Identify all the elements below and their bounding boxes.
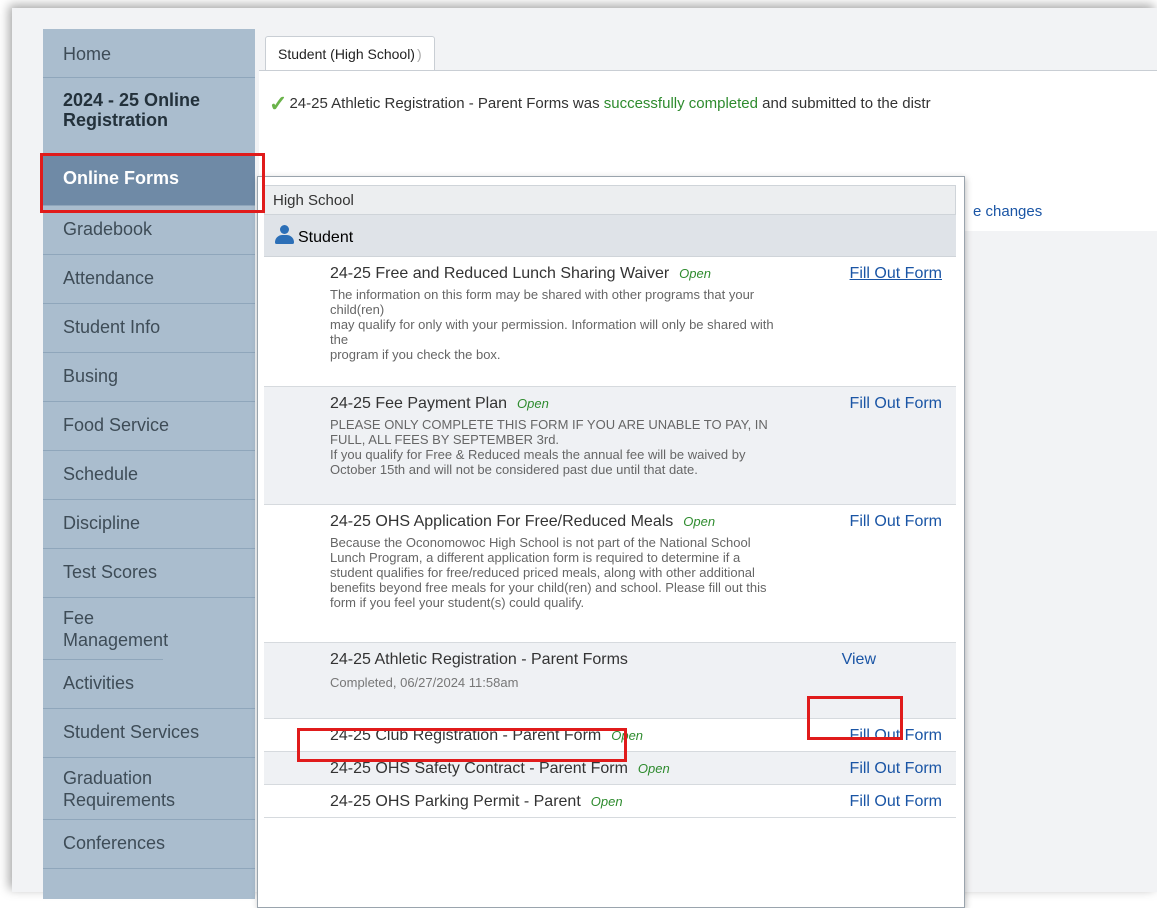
form-description: The information on this form may be shar… xyxy=(330,287,774,362)
sidebar-item-label: Home xyxy=(63,44,112,64)
form-row-free-reduced-meals: 24-25 OHS Application For Free/Reduced M… xyxy=(264,505,956,643)
sidebar-item-label: Schedule xyxy=(63,464,139,484)
fill-out-form-link[interactable]: Fill Out Form xyxy=(850,395,942,413)
sidebar-item-activities[interactable]: Activities xyxy=(43,660,255,709)
sidebar-item-gradebook[interactable]: Gradebook xyxy=(43,206,255,255)
form-status: Open xyxy=(637,761,670,776)
sidebar-item-label: Test Scores xyxy=(63,562,158,582)
sidebar-item-label: Gradebook xyxy=(63,219,153,239)
sidebar-item-fee-management[interactable]: Fee Management xyxy=(43,598,168,660)
banner-form-name: 24-25 Athletic Registration - Parent For… xyxy=(289,95,569,112)
tab-label: Student (High School) xyxy=(278,46,415,62)
banner-success-text: successfully completed xyxy=(603,95,758,112)
view-link[interactable]: View xyxy=(842,651,876,669)
form-row-fee-payment-plan: 24-25 Fee Payment Plan Open Fill Out Form… xyxy=(264,387,956,505)
sidebar-item-test-scores[interactable]: Test Scores xyxy=(43,549,255,598)
sidebar-item-conferences[interactable]: Conferences xyxy=(43,820,255,869)
fill-out-form-link[interactable]: Fill Out Form xyxy=(850,793,942,811)
tab-separator: ) xyxy=(416,46,422,62)
form-title: 24-25 Fee Payment Plan xyxy=(330,395,507,412)
sidebar-item-label: Activities xyxy=(63,673,135,693)
tab-student-high-school[interactable]: Student (High School)) xyxy=(265,36,435,70)
student-label: Student xyxy=(298,229,354,246)
sidebar-item-busing[interactable]: Busing xyxy=(43,353,255,402)
forms-popup-panel: High School Student 24-25 Free and Reduc… xyxy=(257,176,965,908)
form-title: 24-25 Free and Reduced Lunch Sharing Wai… xyxy=(330,265,670,282)
form-title: 24-25 OHS Parking Permit - Parent xyxy=(330,793,581,810)
sidebar-item-attendance[interactable]: Attendance xyxy=(43,255,255,304)
sidebar-item-graduation-requirements[interactable]: Graduation Requirements xyxy=(43,758,255,820)
sidebar-item-label: Attendance xyxy=(63,268,155,288)
student-row: Student xyxy=(264,215,956,257)
completed-timestamp: Completed, 06/27/2024 11:58am xyxy=(330,675,519,690)
sidebar-item-label: Food Service xyxy=(63,415,170,435)
highlight-online-forms xyxy=(40,153,265,213)
sidebar-item-label: 2024 - 25 Online Registration xyxy=(63,90,201,130)
highlight-completed xyxy=(297,728,627,762)
fill-out-form-link[interactable]: Fill Out Form xyxy=(850,760,942,778)
banner-rest-text: and submitted to the distr xyxy=(757,95,931,112)
form-status: Open xyxy=(590,794,623,809)
fill-out-form-link[interactable]: Fill Out Form xyxy=(850,513,942,531)
form-title: 24-25 OHS Application For Free/Reduced M… xyxy=(330,513,674,530)
checkmark-icon: ✓ xyxy=(269,91,288,116)
sidebar-item-online-registration[interactable]: 2024 - 25 Online Registration xyxy=(43,78,255,154)
form-row-lunch-sharing-waiver: 24-25 Free and Reduced Lunch Sharing Wai… xyxy=(264,257,956,387)
sidebar-item-label: Conferences xyxy=(63,833,166,853)
form-status: Open xyxy=(683,514,716,529)
success-banner: ✓ 24-25 Athletic Registration - Parent Fo… xyxy=(269,91,931,117)
form-description: PLEASE ONLY COMPLETE THIS FORM IF YOU AR… xyxy=(330,417,768,477)
sidebar-item-student-info[interactable]: Student Info xyxy=(43,304,255,353)
sidebar-item-schedule[interactable]: Schedule xyxy=(43,451,255,500)
form-row-parking-permit: 24-25 OHS Parking Permit - Parent Open Fi… xyxy=(264,785,956,818)
sidebar-item-label: Discipline xyxy=(63,513,141,533)
highlight-view xyxy=(807,696,903,740)
form-description: Because the Oconomowoc High School is no… xyxy=(330,535,767,610)
form-title: 24-25 OHS Safety Contract - Parent Form xyxy=(330,760,628,777)
sidebar-item-discipline[interactable]: Discipline xyxy=(43,500,255,549)
person-icon xyxy=(274,225,294,245)
form-title: 24-25 Athletic Registration - Parent For… xyxy=(330,651,628,668)
school-header: High School xyxy=(264,185,956,215)
sidebar-item-food-service[interactable]: Food Service xyxy=(43,402,255,451)
sidebar-item-label: Fee Management xyxy=(63,608,169,650)
form-status: Open xyxy=(517,396,549,411)
sidebar-item-student-services[interactable]: Student Services xyxy=(43,709,255,758)
sidebar-item-label: Graduation Requirements xyxy=(63,768,176,810)
changes-link[interactable]: e changes xyxy=(973,203,1042,220)
sidebar-item-label: Student Services xyxy=(63,722,200,742)
sidebar-item-label: Busing xyxy=(63,366,119,386)
sidebar-item-home[interactable]: Home xyxy=(43,29,255,78)
banner-was-text: was xyxy=(568,95,604,112)
fill-out-form-link[interactable]: Fill Out Form xyxy=(850,265,942,283)
sidebar-item-label: Student Info xyxy=(63,317,161,337)
form-status: Open xyxy=(679,266,711,281)
